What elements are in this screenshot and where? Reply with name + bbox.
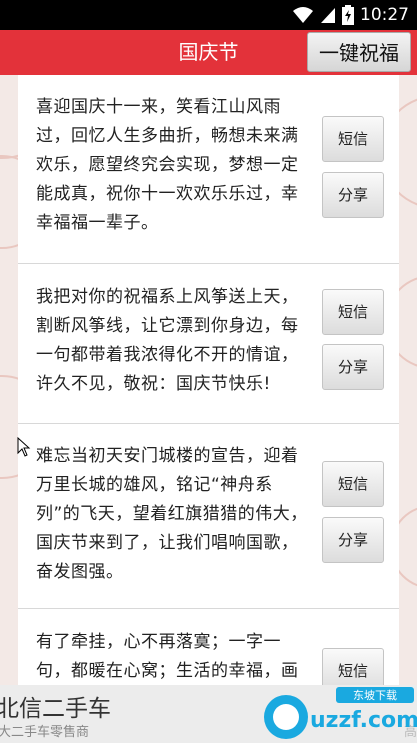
sms-button[interactable]: 短信 bbox=[322, 116, 384, 162]
greetings-list[interactable]: 喜迎国庆十一来，笑看江山风雨过，回忆人生多曲折，畅想未来满欢乐，愿望终究会实现，… bbox=[18, 75, 399, 685]
app-bar: 国庆节 一键祝福 bbox=[0, 30, 417, 75]
logo-badge-text: 东坡下载 bbox=[353, 689, 397, 702]
logo-text: uzzf.com bbox=[310, 708, 417, 733]
uzzf-logo-icon: 东坡下载 uzzf.com bbox=[264, 687, 417, 739]
list-item: 喜迎国庆十一来，笑看江山风雨过，回忆人生多曲折，畅想未来满欢乐，愿望终究会实现，… bbox=[18, 75, 399, 264]
sms-button[interactable]: 短信 bbox=[322, 648, 384, 685]
sms-button[interactable]: 短信 bbox=[322, 461, 384, 507]
status-time: 10:27 bbox=[360, 5, 409, 25]
greeting-text: 有了牵挂，心不再落寞；一字一句，都暖在心窝；生活的幸福，画作下错过，把微笑留 bbox=[36, 632, 299, 681]
mouse-cursor-icon bbox=[17, 437, 31, 457]
sms-button[interactable]: 短信 bbox=[322, 289, 384, 335]
ad-subtext: 大二手车零售商 bbox=[0, 725, 90, 740]
greeting-text: 我把对你的祝福系上风筝送上天，割断风筝线，让它漂到你身边，每一句都带着我浓得化不… bbox=[36, 287, 299, 394]
share-button[interactable]: 分享 bbox=[322, 344, 384, 390]
ad-banner[interactable]: 北信二手车 大二手车零售商 高 东坡下载 uzzf.com bbox=[0, 685, 417, 743]
share-button[interactable]: 分享 bbox=[322, 517, 384, 563]
list-item: 有了牵挂，心不再落寞；一字一句，都暖在心窝；生活的幸福，画作下错过，把微笑留 短… bbox=[18, 608, 399, 685]
greeting-text: 喜迎国庆十一来，笑看江山风雨过，回忆人生多曲折，畅想未来满欢乐，愿望终究会实现，… bbox=[36, 97, 299, 233]
wifi-icon bbox=[293, 7, 313, 23]
signal-icon bbox=[321, 8, 335, 23]
list-item: 难忘当初天安门城楼的宣告，迎着万里长城的雄风，铭记“神舟系列”的飞天，望着红旗猎… bbox=[18, 423, 399, 609]
one-click-bless-button[interactable]: 一键祝福 bbox=[307, 32, 411, 72]
list-item: 我把对你的祝福系上风筝送上天，割断风筝线，让它漂到你身边，每一句都带着我浓得化不… bbox=[18, 263, 399, 424]
status-bar: 10:27 bbox=[0, 0, 417, 30]
share-button[interactable]: 分享 bbox=[322, 172, 384, 218]
greeting-text: 难忘当初天安门城楼的宣告，迎着万里长城的雄风，铭记“神舟系列”的飞天，望着红旗猎… bbox=[36, 446, 308, 582]
ad-headline: 北信二手车 bbox=[0, 696, 111, 722]
battery-icon bbox=[342, 5, 354, 25]
